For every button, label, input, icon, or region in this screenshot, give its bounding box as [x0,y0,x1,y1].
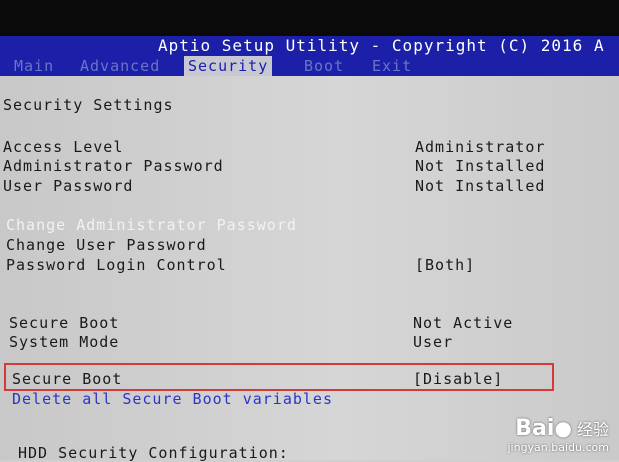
tab-advanced[interactable]: Advanced [80,56,160,76]
section-title: Security Settings [3,96,174,114]
tab-exit[interactable]: Exit [372,56,412,76]
change-user-password-item[interactable]: Change User Password [6,236,207,254]
monitor-bezel [0,0,619,38]
system-mode-value: User [413,333,454,351]
access-level-value: Administrator [415,138,546,156]
tab-main[interactable]: Main [14,56,54,76]
hdd-security-configuration-heading: HDD Security Configuration: [18,444,289,462]
tab-boot[interactable]: Boot [304,56,344,76]
bios-header: Aptio Setup Utility - Copyright (C) 2016… [0,36,619,76]
baidu-jingyan-watermark: Bai● 经验 jingyan.baidu.com [507,416,609,454]
change-admin-password-item[interactable]: Change Administrator Password [6,216,297,234]
password-login-control-item[interactable]: Password Login Control [6,256,227,274]
access-level-label: Access Level [3,138,124,156]
delete-secure-boot-variables-item[interactable]: Delete all Secure Boot variables [12,390,333,408]
secure-boot-option-label[interactable]: Secure Boot [12,370,122,388]
user-password-label: User Password [3,177,134,195]
system-mode-label: System Mode [9,333,120,351]
watermark-brand: Bai [515,416,555,441]
admin-password-value: Not Installed [415,157,546,175]
secure-boot-status-label: Secure Boot [9,314,120,332]
settings-panel: Security Settings Access Level Administr… [0,76,619,462]
bios-title: Aptio Setup Utility - Copyright (C) 2016… [158,36,605,55]
tab-security[interactable]: Security [184,56,273,76]
secure-boot-option-value[interactable]: [Disable] [413,370,503,388]
user-password-value: Not Installed [415,177,546,195]
password-login-control-value[interactable]: [Both] [415,256,475,274]
watermark-cn: 经验 [576,420,609,439]
secure-boot-status-value: Not Active [413,314,514,332]
paw-icon: ● [554,416,572,440]
admin-password-label: Administrator Password [3,157,224,175]
watermark-url: jingyan.baidu.com [507,441,609,454]
